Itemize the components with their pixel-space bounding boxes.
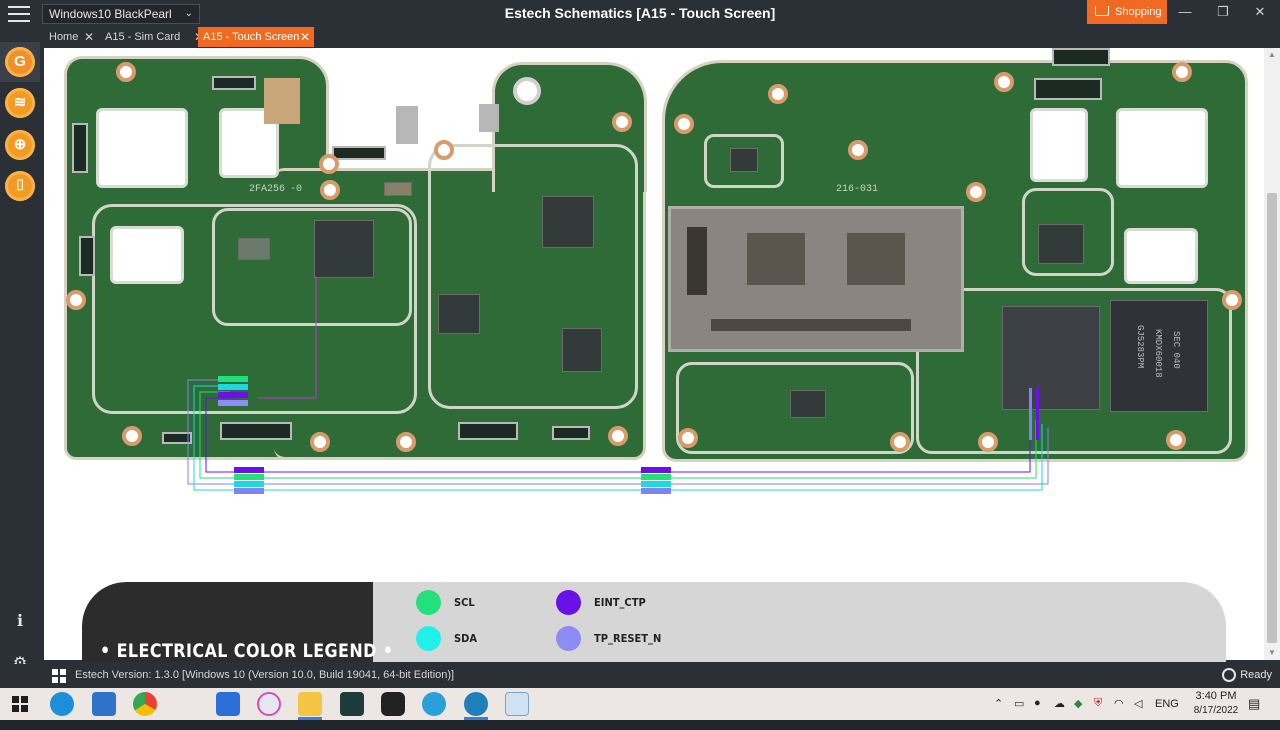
app-obs-icon[interactable]	[381, 692, 405, 716]
estech-icon[interactable]	[464, 692, 488, 716]
language-indicator[interactable]: ENG	[1155, 698, 1179, 730]
close-button[interactable]: ✕	[1247, 3, 1273, 21]
tab-sim-card[interactable]: A15 - Sim Card ✕	[100, 27, 208, 47]
sidebar-schematics-button[interactable]: G	[5, 47, 35, 77]
legend-swatch	[556, 626, 581, 651]
chrome-icon[interactable]	[133, 692, 157, 716]
tab-label: A15 - Touch Screen	[203, 31, 300, 43]
tray-wifi-icon[interactable]: ◠	[1114, 697, 1124, 729]
status-bar: Estech Version: 1.3.0 [Windows 10 (Versi…	[0, 664, 1280, 688]
legend-title: • ELECTRICAL COLOR LEGEND •	[100, 640, 394, 662]
menu-icon[interactable]	[8, 6, 30, 22]
book-icon: ⌷	[15, 177, 25, 194]
tray-shield-icon[interactable]: ⛨	[1094, 697, 1102, 729]
shopping-button[interactable]: Shopping	[1087, 0, 1167, 24]
scroll-thumb[interactable]	[1267, 193, 1277, 643]
net-trace-sda	[193, 385, 1043, 491]
net-label-eint	[641, 467, 671, 473]
net-label-eint	[234, 467, 264, 473]
profile-select-value: Windows10 BlackPearl	[49, 7, 172, 21]
net-label-scl	[641, 474, 671, 480]
ready-status-icon	[1222, 668, 1236, 682]
explorer-icon[interactable]	[298, 692, 322, 716]
waveform-icon: ≋	[13, 94, 27, 111]
clock-date[interactable]: 8/17/2022	[1186, 705, 1246, 716]
legend-title-panel: • ELECTRICAL COLOR LEGEND •	[82, 582, 394, 662]
clock-time[interactable]: 3:40 PM	[1186, 690, 1246, 702]
maximize-button[interactable]: ❐	[1210, 3, 1236, 21]
net-label-sda	[234, 481, 264, 487]
tray-chevron-icon[interactable]: ⌃	[994, 697, 1003, 729]
scroll-up-icon[interactable]: ▲	[1264, 48, 1280, 62]
net-label-sda	[641, 481, 671, 487]
title-bar: Windows10 BlackPearl ⌄ Estech Schematics…	[0, 0, 1280, 26]
net-label-scl	[234, 474, 264, 480]
logo-g-icon: G	[14, 53, 26, 70]
info-icon[interactable]: ℹ	[11, 613, 29, 631]
legend-label: TP_RESET_N	[594, 632, 662, 645]
net-trace-tp-reset	[187, 379, 1049, 485]
shopping-label: Shopping	[1115, 6, 1162, 18]
color-legend: • ELECTRICAL COLOR LEGEND • SCL SDA EINT…	[82, 582, 1226, 662]
net-label-reset	[218, 400, 248, 406]
tab-touch-screen[interactable]: A15 - Touch Screen ✕	[198, 27, 314, 47]
windows-taskbar: ⌃ ▭ ● ☁ ◆ ⛨ ◠ ◁ ENG 3:40 PM 8/17/2022 ▤	[0, 688, 1280, 720]
net-trace-scl	[199, 391, 1037, 479]
close-tab-icon[interactable]: ✕	[300, 27, 310, 47]
tray-cloud-icon[interactable]: ☁	[1054, 697, 1065, 729]
sidebar-signal-button[interactable]: ≋	[5, 88, 35, 118]
net-trace-soc	[258, 276, 317, 399]
itunes-icon[interactable]	[257, 692, 281, 716]
net-pad-marker	[1029, 388, 1032, 440]
schematic-canvas[interactable]: 2FA256 -0 SEC 040 KMDX60018 GJ5283PM 216…	[44, 48, 1264, 660]
tab-label: A15 - Sim Card	[105, 31, 181, 43]
ready-text: Ready	[1240, 669, 1272, 681]
net-label-reset	[234, 488, 264, 494]
tab-label: Home	[49, 31, 79, 43]
sidebar-book-button[interactable]: ⌷	[5, 171, 35, 201]
legend-swatch	[556, 590, 581, 615]
net-labels-left	[218, 376, 264, 494]
notification-icon[interactable]: ▤	[1248, 696, 1260, 728]
app-window: Windows10 BlackPearl ⌄ Estech Schematics…	[0, 0, 1280, 688]
telegram-icon[interactable]	[422, 692, 446, 716]
legend-swatch	[416, 590, 441, 615]
app-arrow-icon[interactable]	[340, 692, 364, 716]
close-tab-icon[interactable]: ✕	[84, 27, 94, 47]
tray-network-icon[interactable]: ▭	[1014, 697, 1024, 729]
net-pad-marker	[1036, 388, 1039, 440]
app3-icon[interactable]	[216, 692, 240, 716]
tray-app-icon[interactable]: ◆	[1074, 697, 1082, 729]
net-label-eint	[218, 392, 248, 398]
legend-label: EINT_CTP	[594, 596, 646, 609]
start-button[interactable]	[12, 696, 28, 712]
mail-icon[interactable]	[92, 692, 116, 716]
legend-label: SDA	[454, 632, 478, 645]
cart-icon	[1095, 6, 1109, 16]
legend-label: SCL	[454, 596, 475, 609]
net-label-sda	[218, 384, 248, 390]
net-routing-overlay	[187, 276, 1049, 494]
edge-icon[interactable]	[50, 692, 74, 716]
tray-mic-icon[interactable]: ●	[1034, 697, 1041, 729]
net-label-reset	[641, 488, 671, 494]
minimize-button[interactable]: —	[1172, 3, 1198, 21]
vertical-scrollbar[interactable]: ▲ ▼	[1264, 48, 1280, 660]
chevron-down-icon: ⌄	[184, 8, 193, 19]
scroll-down-icon[interactable]: ▼	[1264, 646, 1280, 660]
net-label-scl	[218, 376, 248, 382]
tray-volume-icon[interactable]: ◁	[1134, 697, 1142, 729]
profile-select[interactable]: Windows10 BlackPearl ⌄	[42, 4, 200, 24]
app-screen-icon[interactable]	[505, 692, 529, 716]
sidebar: G ≋ ⊕ ⌷ ℹ ⚙	[0, 26, 40, 688]
net-trace-eint	[205, 397, 1031, 473]
windows-logo-icon	[52, 669, 66, 683]
tab-bar: Home ✕ A15 - Sim Card ✕ A15 - Touch Scre…	[44, 26, 1280, 48]
circuit-icon: ⊕	[13, 136, 27, 153]
sidebar-circuit-button[interactable]: ⊕	[5, 130, 35, 160]
version-text: Estech Version: 1.3.0 [Windows 10 (Versi…	[75, 669, 455, 681]
tab-home[interactable]: Home ✕	[44, 27, 98, 47]
legend-swatch	[416, 626, 441, 651]
